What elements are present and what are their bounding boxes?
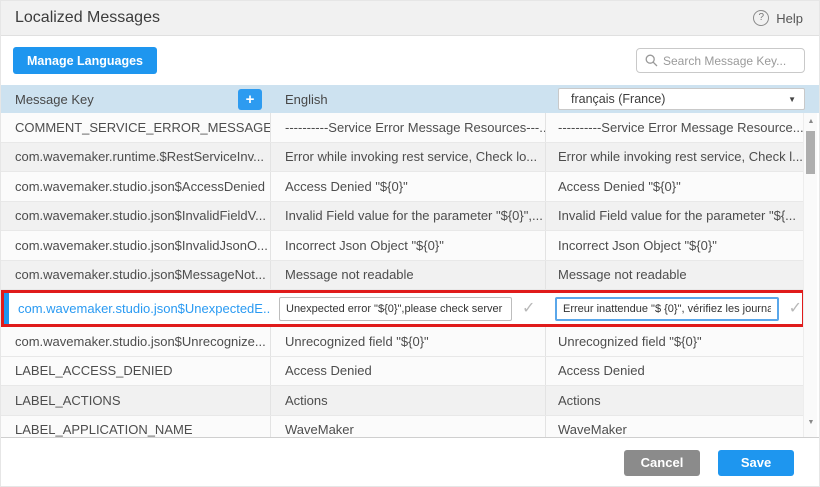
french-cell: Message not readable [546, 261, 805, 290]
message-key-cell: LABEL_ACTIONS [1, 386, 271, 415]
english-cell: Invalid Field value for the parameter "$… [271, 202, 546, 231]
table-row[interactable]: com.wavemaker.studio.json$MessageNot... … [1, 261, 805, 291]
french-cell: Incorrect Json Object "${0}" [546, 231, 805, 260]
message-key-cell: com.wavemaker.studio.json$UnexpectedE... [4, 293, 271, 324]
table-body: COMMENT_SERVICE_ERROR_MESSAGES ---------… [1, 113, 819, 438]
french-cell: Access Denied "${0}" [546, 172, 805, 201]
table-row[interactable]: COMMENT_SERVICE_ERROR_MESSAGES ---------… [1, 113, 805, 143]
table-row[interactable]: com.wavemaker.runtime.$RestServiceInv...… [1, 143, 805, 173]
selected-row-accent [4, 293, 9, 324]
search-icon [645, 54, 658, 67]
table-rows: COMMENT_SERVICE_ERROR_MESSAGES ---------… [1, 113, 805, 438]
chevron-down-icon: ▼ [788, 95, 796, 104]
french-cell: Actions [546, 386, 805, 415]
language-select[interactable]: français (France) ▼ [558, 88, 805, 110]
message-key-cell: com.wavemaker.studio.json$Unrecognize... [1, 327, 271, 356]
message-key-header-label: Message Key [15, 92, 94, 107]
french-cell: WaveMaker [546, 416, 805, 439]
add-message-key-button[interactable]: + [238, 89, 262, 110]
scrollbar-thumb[interactable] [806, 131, 815, 174]
french-cell: Unrecognized field "${0}" [546, 327, 805, 356]
message-key-cell: com.wavemaker.studio.json$AccessDenied [1, 172, 271, 201]
footer-actions: Cancel Save [1, 438, 819, 487]
english-cell: Access Denied [271, 357, 546, 386]
search-box [636, 48, 805, 73]
english-cell: Actions [271, 386, 546, 415]
french-cell: Access Denied [546, 357, 805, 386]
message-key-cell: com.wavemaker.studio.json$InvalidJsonO..… [1, 231, 271, 260]
english-cell: Error while invoking rest service, Check… [271, 143, 546, 172]
french-value-input[interactable] [555, 297, 779, 321]
table-row[interactable]: LABEL_ACCESS_DENIED Access Denied Access… [1, 357, 805, 387]
cancel-button[interactable]: Cancel [624, 450, 700, 476]
title-bar: Localized Messages ? Help [1, 1, 819, 36]
column-header-english: English [271, 92, 546, 107]
column-header-message-key: Message Key + [1, 89, 271, 110]
message-key-cell: LABEL_APPLICATION_NAME [1, 416, 271, 439]
confirm-check-icon[interactable]: ✓ [789, 301, 802, 317]
french-cell: Invalid Field value for the parameter "$… [546, 202, 805, 231]
scroll-up-icon[interactable]: ▲ [804, 115, 818, 129]
table-row[interactable]: LABEL_ACTIONS Actions Actions [1, 386, 805, 416]
english-cell: Message not readable [271, 261, 546, 290]
localized-messages-panel: Localized Messages ? Help Manage Languag… [0, 0, 820, 487]
page-title: Localized Messages [15, 9, 160, 27]
french-cell: Error while invoking rest service, Check… [546, 143, 805, 172]
english-cell: Incorrect Json Object "${0}" [271, 231, 546, 260]
english-cell: Access Denied "${0}" [271, 172, 546, 201]
table-row[interactable]: com.wavemaker.studio.json$Unrecognize...… [1, 327, 805, 357]
table-row[interactable]: com.wavemaker.studio.json$AccessDenied A… [1, 172, 805, 202]
language-select-value: français (France) [571, 92, 665, 106]
message-key-cell: com.wavemaker.runtime.$RestServiceInv... [1, 143, 271, 172]
table-row[interactable]: LABEL_APPLICATION_NAME WaveMaker WaveMak… [1, 416, 805, 439]
english-cell: Unrecognized field "${0}" [271, 327, 546, 356]
column-header-language: français (France) ▼ [546, 88, 819, 110]
search-input[interactable] [637, 49, 804, 72]
help-button[interactable]: ? Help [753, 10, 803, 26]
table-row[interactable]: com.wavemaker.studio.json$InvalidFieldV.… [1, 202, 805, 232]
english-cell: ----------Service Error Message Resource… [271, 113, 546, 142]
message-key-cell: com.wavemaker.studio.json$InvalidFieldV.… [1, 202, 271, 231]
english-cell: WaveMaker [271, 416, 546, 439]
table-row[interactable]: com.wavemaker.studio.json$InvalidJsonO..… [1, 231, 805, 261]
english-value-input[interactable] [279, 297, 512, 321]
message-key-link[interactable]: com.wavemaker.studio.json$UnexpectedE... [18, 301, 271, 316]
french-cell: ----------Service Error Message Resource… [546, 113, 805, 142]
french-cell-editing: ✓ [546, 293, 802, 324]
table-header: Message Key + English français (France) … [1, 85, 819, 113]
message-key-cell: LABEL_ACCESS_DENIED [1, 357, 271, 386]
message-key-cell: com.wavemaker.studio.json$MessageNot... [1, 261, 271, 290]
vertical-scrollbar[interactable]: ▲ ▼ [803, 113, 817, 438]
help-label: Help [776, 11, 803, 26]
save-button[interactable]: Save [718, 450, 794, 476]
scroll-down-icon[interactable]: ▼ [804, 416, 818, 430]
message-key-cell: COMMENT_SERVICE_ERROR_MESSAGES [1, 113, 271, 142]
table-row-editing[interactable]: com.wavemaker.studio.json$UnexpectedE...… [1, 290, 805, 327]
help-question-icon: ? [753, 10, 769, 26]
toolbar: Manage Languages [1, 36, 819, 85]
confirm-check-icon[interactable]: ✓ [522, 301, 535, 317]
manage-languages-button[interactable]: Manage Languages [13, 47, 157, 74]
english-cell-editing: ✓ [271, 293, 546, 324]
